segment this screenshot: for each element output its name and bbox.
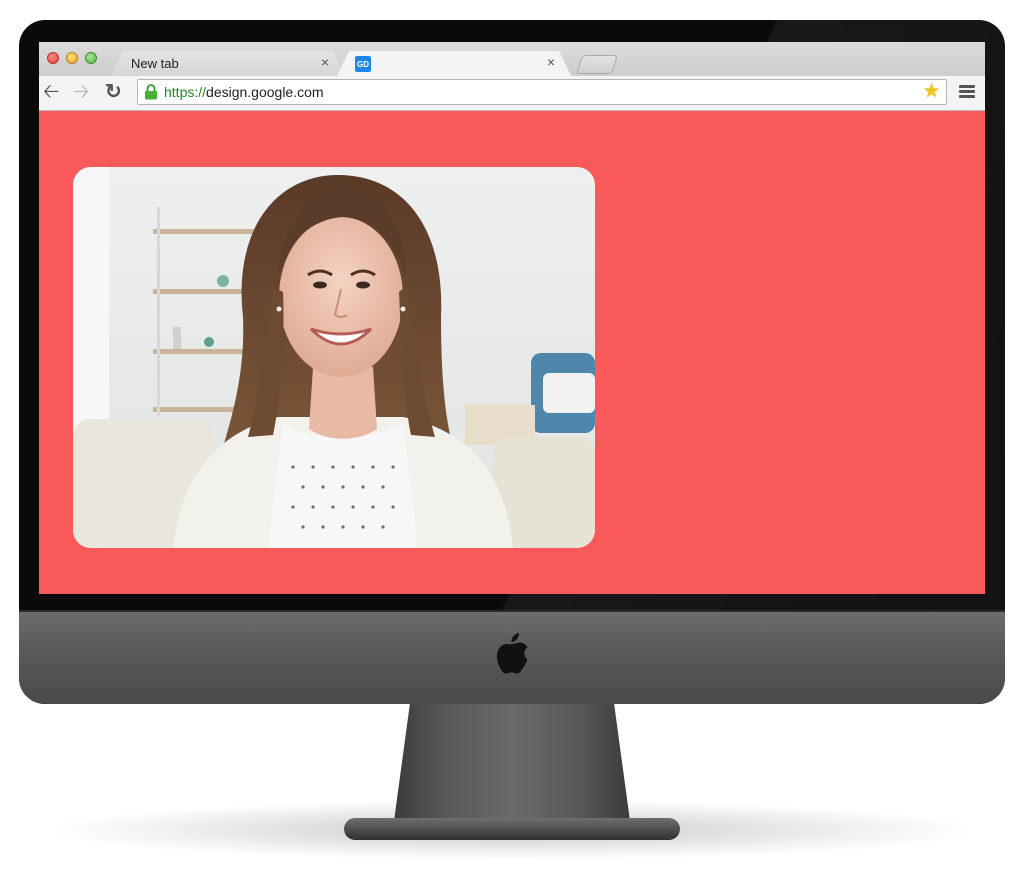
video-participant-image (73, 167, 595, 548)
address-bar[interactable]: https://design.google.com ★ (137, 79, 947, 105)
maximize-window-button[interactable] (85, 52, 97, 64)
url-text: https://design.google.com (164, 84, 324, 100)
browser-toolbar: 🡠 🡢 ↻ https://design.google.com ★ (39, 76, 985, 111)
close-window-button[interactable] (47, 52, 59, 64)
reload-icon[interactable]: ↻ (105, 81, 122, 103)
url-scheme: https:// (164, 84, 207, 100)
monitor-stand-base (344, 818, 680, 840)
new-tab-button[interactable] (575, 55, 619, 74)
back-arrow-icon[interactable]: 🡠 (43, 81, 59, 103)
url-host: design.google.com (206, 84, 324, 100)
tab-new-tab[interactable]: New tab × (111, 51, 345, 76)
google-design-favicon-icon: GD (355, 56, 371, 72)
tab-close-icon[interactable]: × (321, 54, 329, 70)
monitor: New tab × GD × 🡠 🡢 ↻ https://design.goog… (19, 20, 1005, 704)
monitor-stand-neck (394, 703, 630, 821)
forward-arrow-icon[interactable]: 🡢 (73, 81, 89, 103)
lock-icon (145, 84, 157, 100)
menu-icon[interactable] (959, 85, 975, 99)
apple-logo-icon (496, 633, 528, 674)
browser-window: New tab × GD × 🡠 🡢 ↻ https://design.goog… (39, 42, 985, 594)
minimize-window-button[interactable] (66, 52, 78, 64)
tab-label: New tab (131, 56, 179, 71)
video-call-card (73, 167, 595, 548)
tab-strip: New tab × GD × (39, 42, 985, 76)
tab-design-google[interactable]: GD × (337, 51, 571, 76)
star-icon[interactable]: ★ (923, 82, 940, 102)
tab-close-icon[interactable]: × (547, 54, 555, 70)
